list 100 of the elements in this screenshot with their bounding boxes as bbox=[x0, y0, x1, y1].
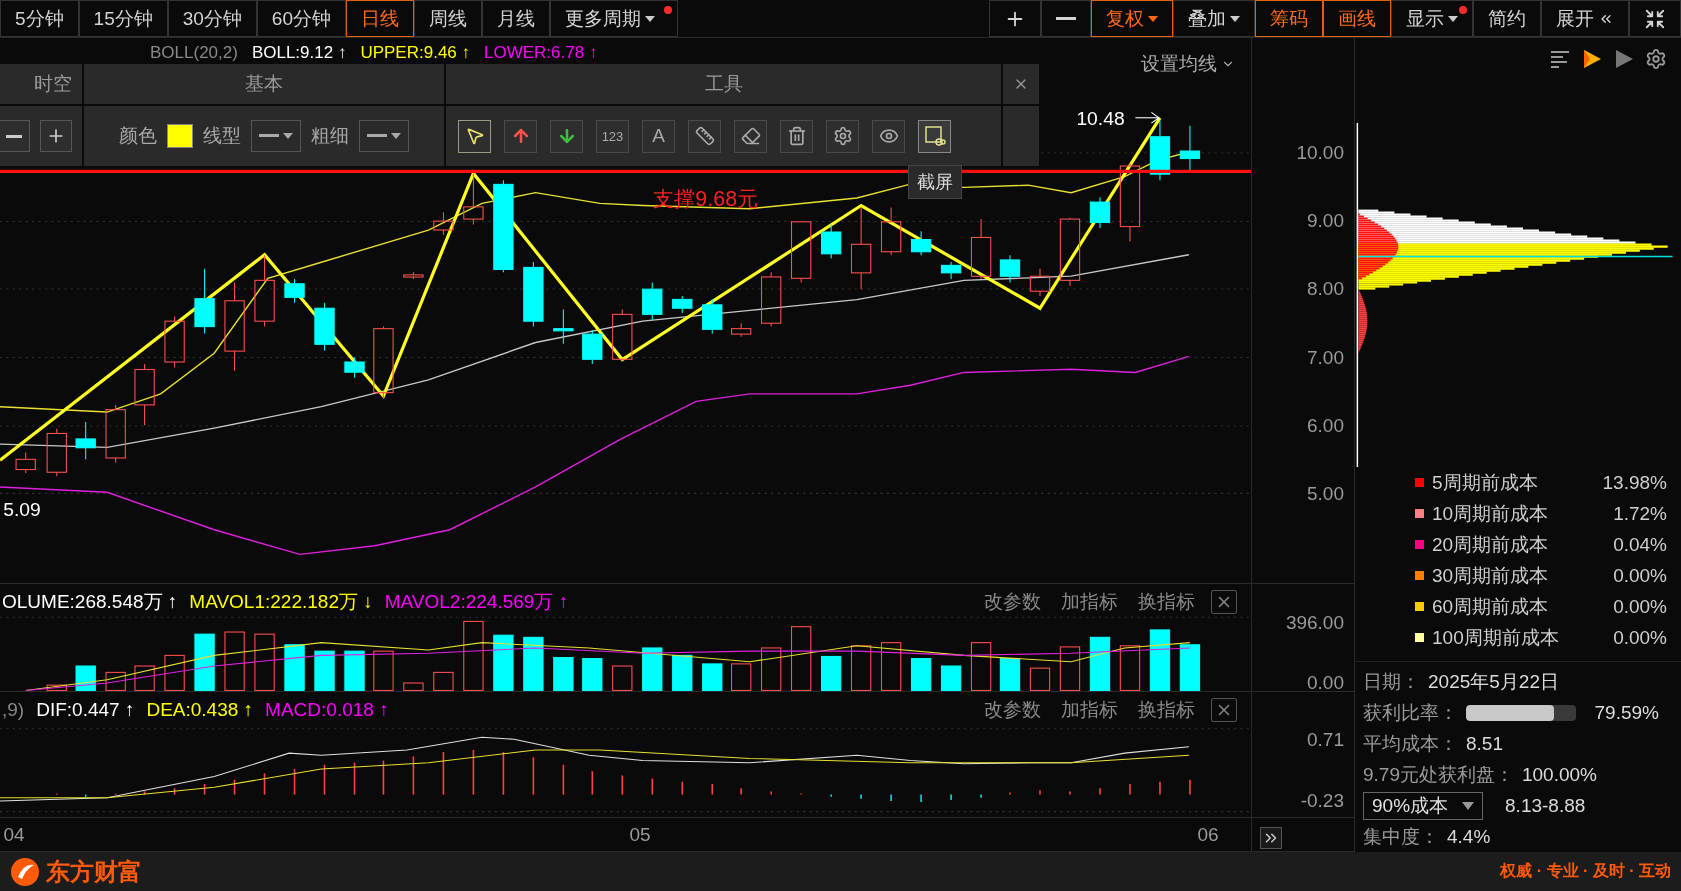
pointer-arrow bbox=[1134, 111, 1160, 124]
drawing-tool-button[interactable]: A bbox=[642, 119, 675, 153]
drawing-tool-button[interactable] bbox=[688, 119, 721, 153]
candlestick bbox=[194, 268, 215, 334]
drawing-tool-button[interactable] bbox=[872, 119, 905, 153]
line-width-label: 粗细 bbox=[311, 124, 349, 148]
drawing-tool-button[interactable] bbox=[780, 119, 813, 153]
indicator-value: MACD:0.018 ↑ bbox=[265, 699, 389, 721]
minus-button[interactable] bbox=[0, 120, 30, 152]
bars-icon[interactable] bbox=[1549, 48, 1571, 69]
section-title: 工具 bbox=[704, 72, 743, 96]
period-tab[interactable]: 5分钟 bbox=[0, 0, 79, 37]
period-tab[interactable]: 15分钟 bbox=[78, 0, 168, 37]
drawing-tool-button[interactable] bbox=[734, 119, 767, 153]
volume-bar bbox=[850, 645, 872, 691]
drawing-tool-button[interactable] bbox=[458, 119, 491, 153]
indicator-action-link[interactable]: 加指标 bbox=[1057, 589, 1122, 615]
zoom-out-button[interactable] bbox=[1041, 0, 1091, 37]
date-tick: 06 bbox=[1197, 823, 1219, 846]
macd-bar bbox=[263, 772, 266, 796]
shrink-button[interactable] bbox=[1629, 0, 1681, 37]
trash-icon bbox=[786, 126, 807, 146]
price-tick: 7.00 bbox=[1307, 346, 1344, 369]
indicator-action-link[interactable]: 改参数 bbox=[980, 589, 1045, 615]
avg-cost-label: 平均成本： bbox=[1363, 731, 1458, 756]
volume-bar bbox=[284, 644, 305, 691]
ma-settings-dropdown[interactable]: 设置均线 bbox=[1135, 51, 1241, 77]
volume-bar bbox=[164, 654, 185, 691]
period-tab[interactable]: 30分钟 bbox=[167, 0, 257, 37]
drawing-tool-button[interactable] bbox=[826, 119, 859, 153]
ruler-icon bbox=[694, 126, 715, 146]
period-tab[interactable]: 日线 bbox=[346, 0, 414, 37]
toolbar-button[interactable]: 复权 bbox=[1091, 0, 1173, 37]
toolbar-button[interactable]: 显示 bbox=[1391, 0, 1473, 37]
toolbar-button[interactable]: 简约 bbox=[1473, 0, 1541, 37]
color-swatch[interactable] bbox=[167, 124, 193, 148]
volume-bar bbox=[194, 633, 215, 691]
close-button[interactable] bbox=[1211, 698, 1237, 722]
cursor-icon bbox=[464, 126, 485, 146]
expand-panel-button[interactable] bbox=[1260, 827, 1282, 849]
line-width-dropdown[interactable] bbox=[359, 120, 409, 152]
brand-name: 东方财富 bbox=[46, 856, 142, 887]
plus-button[interactable] bbox=[40, 120, 72, 152]
macd-bar bbox=[711, 783, 714, 796]
expand-button[interactable]: 展开 bbox=[1541, 0, 1629, 37]
candlestick bbox=[880, 207, 902, 256]
cost-range-select[interactable]: 90%成本 bbox=[1363, 791, 1484, 820]
candlestick bbox=[1149, 119, 1171, 181]
caret-icon bbox=[1462, 801, 1475, 810]
toolbar-button[interactable]: 画线 bbox=[1323, 0, 1391, 37]
volume-bar bbox=[314, 650, 335, 691]
indicator-value: DIF:0.447 ↑ bbox=[36, 699, 135, 721]
date-tick: 04 bbox=[3, 823, 25, 846]
volume-bar bbox=[344, 650, 365, 691]
macd-bar bbox=[412, 755, 415, 796]
volume-bar bbox=[1059, 646, 1081, 691]
candlestick bbox=[970, 218, 992, 280]
toolbar-button[interactable]: 叠加 bbox=[1173, 0, 1255, 37]
drawing-tool-button[interactable] bbox=[504, 119, 537, 153]
drawing-tool-button[interactable]: 123 bbox=[596, 119, 629, 153]
period-tab[interactable]: 更多周期 bbox=[550, 0, 678, 37]
volume-bar bbox=[254, 633, 275, 691]
zoom-in-button[interactable] bbox=[989, 0, 1041, 37]
volume-bar bbox=[672, 654, 693, 691]
volume-bar bbox=[105, 671, 126, 691]
macd-bar bbox=[562, 764, 565, 796]
candlestick bbox=[672, 295, 693, 314]
macd-bar bbox=[681, 781, 684, 796]
indicator-value: MAVOL1:222.182万 ↓ bbox=[189, 590, 373, 614]
indicator-action-link[interactable]: 加指标 bbox=[1057, 697, 1122, 723]
play-icon[interactable] bbox=[1613, 47, 1635, 70]
price-tick: 5.00 bbox=[1307, 483, 1344, 505]
eraser-icon bbox=[740, 126, 761, 146]
candlestick bbox=[314, 302, 335, 351]
drawing-tool-button[interactable] bbox=[550, 119, 583, 153]
concentration-label: 集中度： bbox=[1363, 824, 1439, 849]
indicator-value: UPPER:9.46 ↑ bbox=[360, 43, 471, 63]
candlestick bbox=[105, 404, 126, 464]
indicator-value: LOWER:6.78 ↑ bbox=[484, 43, 598, 63]
indicator-action-link[interactable]: 换指标 bbox=[1134, 589, 1199, 615]
volume-bar bbox=[612, 665, 633, 691]
play-icon[interactable] bbox=[1581, 47, 1603, 70]
period-tab[interactable]: 月线 bbox=[482, 0, 550, 37]
period-tab[interactable]: 60分钟 bbox=[256, 0, 346, 37]
macd-bar bbox=[621, 774, 624, 796]
cost-range-value: 8.13-8.88 bbox=[1505, 794, 1586, 817]
candlestick bbox=[820, 224, 842, 260]
volume-bar bbox=[46, 684, 67, 691]
period-tab[interactable]: 周线 bbox=[414, 0, 482, 37]
indicator-action-link[interactable]: 换指标 bbox=[1134, 697, 1199, 723]
volume-bar bbox=[790, 626, 812, 691]
macd-bar bbox=[143, 790, 146, 796]
volume-bar bbox=[880, 642, 902, 691]
line-style-dropdown[interactable] bbox=[251, 120, 301, 152]
candlestick bbox=[553, 309, 574, 345]
settings-icon[interactable] bbox=[1645, 47, 1667, 70]
indicator-action-link[interactable]: 改参数 bbox=[980, 697, 1045, 723]
macd-bar bbox=[651, 777, 654, 796]
toolbar-button[interactable]: 筹码 bbox=[1255, 0, 1323, 37]
close-button[interactable] bbox=[1211, 590, 1237, 614]
